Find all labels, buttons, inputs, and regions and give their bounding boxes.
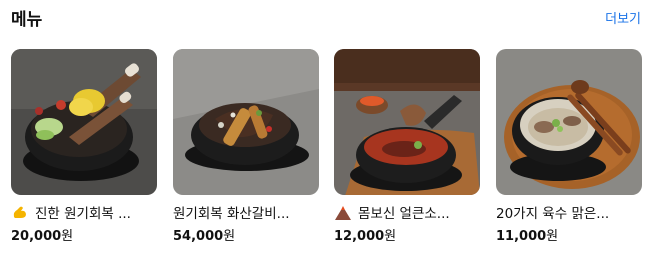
menu-photo-4[interactable] (496, 49, 642, 195)
section-title: 메뉴 (11, 10, 43, 30)
menu-header: 메뉴 더보기 (11, 8, 643, 34)
menu-card-4[interactable]: 20가지 육수 맑은... 11,000원 (496, 49, 642, 249)
flexed-biceps-icon (11, 206, 29, 220)
menu-photo-2[interactable] (173, 49, 319, 195)
volcano-icon (334, 206, 352, 220)
menu-name-2: 원기회복 화산갈비... (173, 206, 290, 222)
menu-card-1[interactable]: 진한 원기회복 ... 20,000원 (11, 49, 157, 249)
menu-name-4: 20가지 육수 맑은... (496, 206, 610, 222)
menu-name-1: 진한 원기회복 ... (11, 204, 157, 224)
menu-card-2[interactable]: 원기회복 화산갈비... 54,000원 (173, 49, 319, 249)
menu-price-3: 12,000원 (334, 229, 397, 244)
menu-name-3: 몸보신 얼큰소... (334, 204, 480, 224)
menu-price-4: 11,000원 (496, 229, 559, 244)
menu-photo-1[interactable] (11, 49, 157, 195)
menu-section: 메뉴 더보기 진한 원기회복 ... 20,000원 원기회복 화산갈비... … (0, 0, 653, 259)
menu-photo-3[interactable] (334, 49, 480, 195)
menu-price-1: 20,000원 (11, 229, 74, 244)
menu-price-2: 54,000원 (173, 229, 236, 244)
menu-card-3[interactable]: 몸보신 얼큰소... 12,000원 (334, 49, 480, 249)
menu-card-list: 진한 원기회복 ... 20,000원 원기회복 화산갈비... 54,000원… (11, 49, 643, 249)
more-link[interactable]: 더보기 (605, 11, 641, 29)
